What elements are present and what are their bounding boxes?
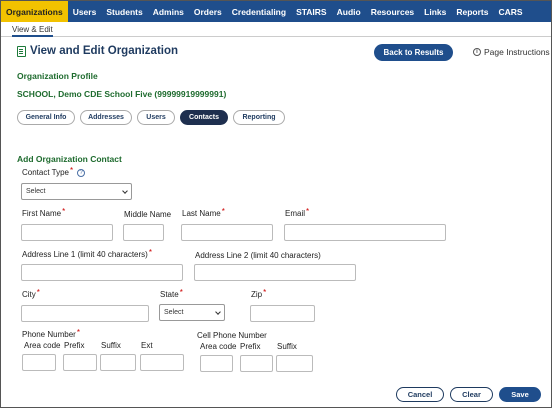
- required-marker: *: [36, 288, 40, 297]
- page-instructions-label: Page Instructions: [484, 47, 550, 57]
- tab-reporting[interactable]: Reporting: [233, 110, 285, 125]
- state-selected: Select: [164, 309, 184, 316]
- chevron-down-icon: [122, 188, 128, 194]
- help-icon[interactable]: ?: [77, 168, 86, 177]
- first-name-field[interactable]: [21, 224, 113, 241]
- zip-label-text: Zip: [251, 290, 263, 299]
- nav-item-students[interactable]: Students: [101, 1, 147, 22]
- tab-users[interactable]: Users: [137, 110, 175, 125]
- top-navigation: Organizations Users Students Admins Orde…: [1, 1, 551, 22]
- tab-general-info[interactable]: General Info: [17, 110, 75, 125]
- city-field[interactable]: [21, 305, 149, 322]
- clear-button[interactable]: Clear: [450, 387, 493, 402]
- page-title-text: View and Edit Organization: [30, 45, 179, 57]
- phone-ext-field[interactable]: [140, 354, 184, 371]
- address-line-2-field[interactable]: [194, 264, 356, 281]
- nav-item-links[interactable]: Links: [419, 1, 451, 22]
- contact-type-label-text: Contact Type: [22, 168, 69, 177]
- last-name-label: Last Name*: [182, 207, 225, 218]
- middle-name-field[interactable]: [123, 224, 164, 241]
- required-marker: *: [263, 288, 267, 297]
- phone-area-code-label: Area code: [24, 341, 61, 350]
- nav-item-users[interactable]: Users: [68, 1, 102, 22]
- cell-prefix-field[interactable]: [240, 355, 273, 372]
- profile-tabs: General Info Addresses Users Contacts Re…: [17, 110, 290, 125]
- city-label: City*: [22, 288, 40, 299]
- state-label: State*: [160, 288, 183, 299]
- cell-suffix-label: Suffix: [277, 342, 297, 351]
- required-marker: *: [76, 328, 80, 337]
- nav-item-reports[interactable]: Reports: [451, 1, 493, 22]
- required-marker: *: [179, 288, 183, 297]
- cell-area-code-field[interactable]: [200, 355, 233, 372]
- contact-type-label: Contact Type*?: [22, 166, 86, 177]
- back-to-results-button[interactable]: Back to Results: [374, 44, 453, 61]
- nav-item-credentialing[interactable]: Credentialing: [227, 1, 291, 22]
- address-line-2-label: Address Line 2 (limit 40 characters): [195, 251, 321, 260]
- last-name-label-text: Last Name: [182, 209, 221, 218]
- nav-item-cars[interactable]: CARS: [493, 1, 527, 22]
- zip-field[interactable]: [250, 305, 315, 322]
- address-line-1-label-text: Address Line 1 (limit 40 characters): [22, 250, 148, 259]
- tab-addresses[interactable]: Addresses: [80, 110, 132, 125]
- cell-suffix-field[interactable]: [276, 355, 313, 372]
- email-label: Email*: [285, 207, 310, 218]
- cancel-button[interactable]: Cancel: [396, 387, 444, 402]
- page-title: View and Edit Organization: [17, 45, 178, 57]
- phone-number-label-text: Phone Number: [22, 330, 76, 339]
- nav-item-stairs[interactable]: STAIRS: [291, 1, 332, 22]
- email-label-text: Email: [285, 209, 306, 218]
- middle-name-label: Middle Name: [124, 210, 172, 219]
- page-instructions-link[interactable]: i Page Instructions: [473, 47, 550, 57]
- phone-prefix-field[interactable]: [63, 354, 97, 371]
- required-marker: *: [221, 207, 225, 216]
- phone-suffix-field[interactable]: [100, 354, 136, 371]
- organization-profile-heading: Organization Profile: [17, 71, 98, 81]
- sub-navigation: View & Edit: [1, 22, 551, 37]
- nav-item-resources[interactable]: Resources: [366, 1, 419, 22]
- required-marker: *: [70, 166, 74, 175]
- contact-type-select[interactable]: Select: [21, 183, 132, 200]
- state-select[interactable]: Select: [159, 304, 225, 321]
- nav-item-admins[interactable]: Admins: [148, 1, 189, 22]
- organization-name: SCHOOL, Demo CDE School Five (9999991999…: [17, 89, 227, 99]
- state-label-text: State: [160, 290, 179, 299]
- required-marker: *: [148, 248, 152, 257]
- last-name-field[interactable]: [181, 224, 273, 241]
- zip-label: Zip*: [251, 288, 267, 299]
- nav-item-organizations[interactable]: Organizations: [1, 1, 68, 22]
- city-label-text: City: [22, 290, 36, 299]
- first-name-label: First Name*: [22, 207, 66, 218]
- address-line-1-label: Address Line 1 (limit 40 characters)*: [22, 248, 152, 259]
- nav-item-orders[interactable]: Orders: [189, 1, 227, 22]
- first-name-label-text: First Name: [22, 209, 62, 218]
- cell-prefix-label: Prefix: [240, 342, 261, 351]
- phone-prefix-label: Prefix: [64, 341, 85, 350]
- phone-ext-label: Ext: [141, 341, 153, 350]
- email-field[interactable]: [284, 224, 446, 241]
- phone-area-code-field[interactable]: [22, 354, 56, 371]
- phone-number-label: Phone Number*: [22, 328, 80, 339]
- tab-contacts[interactable]: Contacts: [180, 110, 228, 125]
- contact-type-selected: Select: [26, 188, 46, 195]
- cell-area-code-label: Area code: [200, 342, 237, 351]
- address-line-1-field[interactable]: [21, 264, 183, 281]
- add-contact-heading: Add Organization Contact: [17, 154, 122, 164]
- cell-phone-label: Cell Phone Number: [197, 331, 267, 340]
- required-marker: *: [306, 207, 310, 216]
- required-marker: *: [62, 207, 66, 216]
- nav-item-audio[interactable]: Audio: [332, 1, 366, 22]
- chevron-down-icon: [215, 309, 221, 315]
- document-icon: [17, 45, 26, 57]
- save-button[interactable]: Save: [499, 387, 541, 402]
- info-icon: i: [473, 48, 481, 56]
- subnav-item-view-edit[interactable]: View & Edit: [12, 25, 53, 37]
- phone-suffix-label: Suffix: [101, 341, 121, 350]
